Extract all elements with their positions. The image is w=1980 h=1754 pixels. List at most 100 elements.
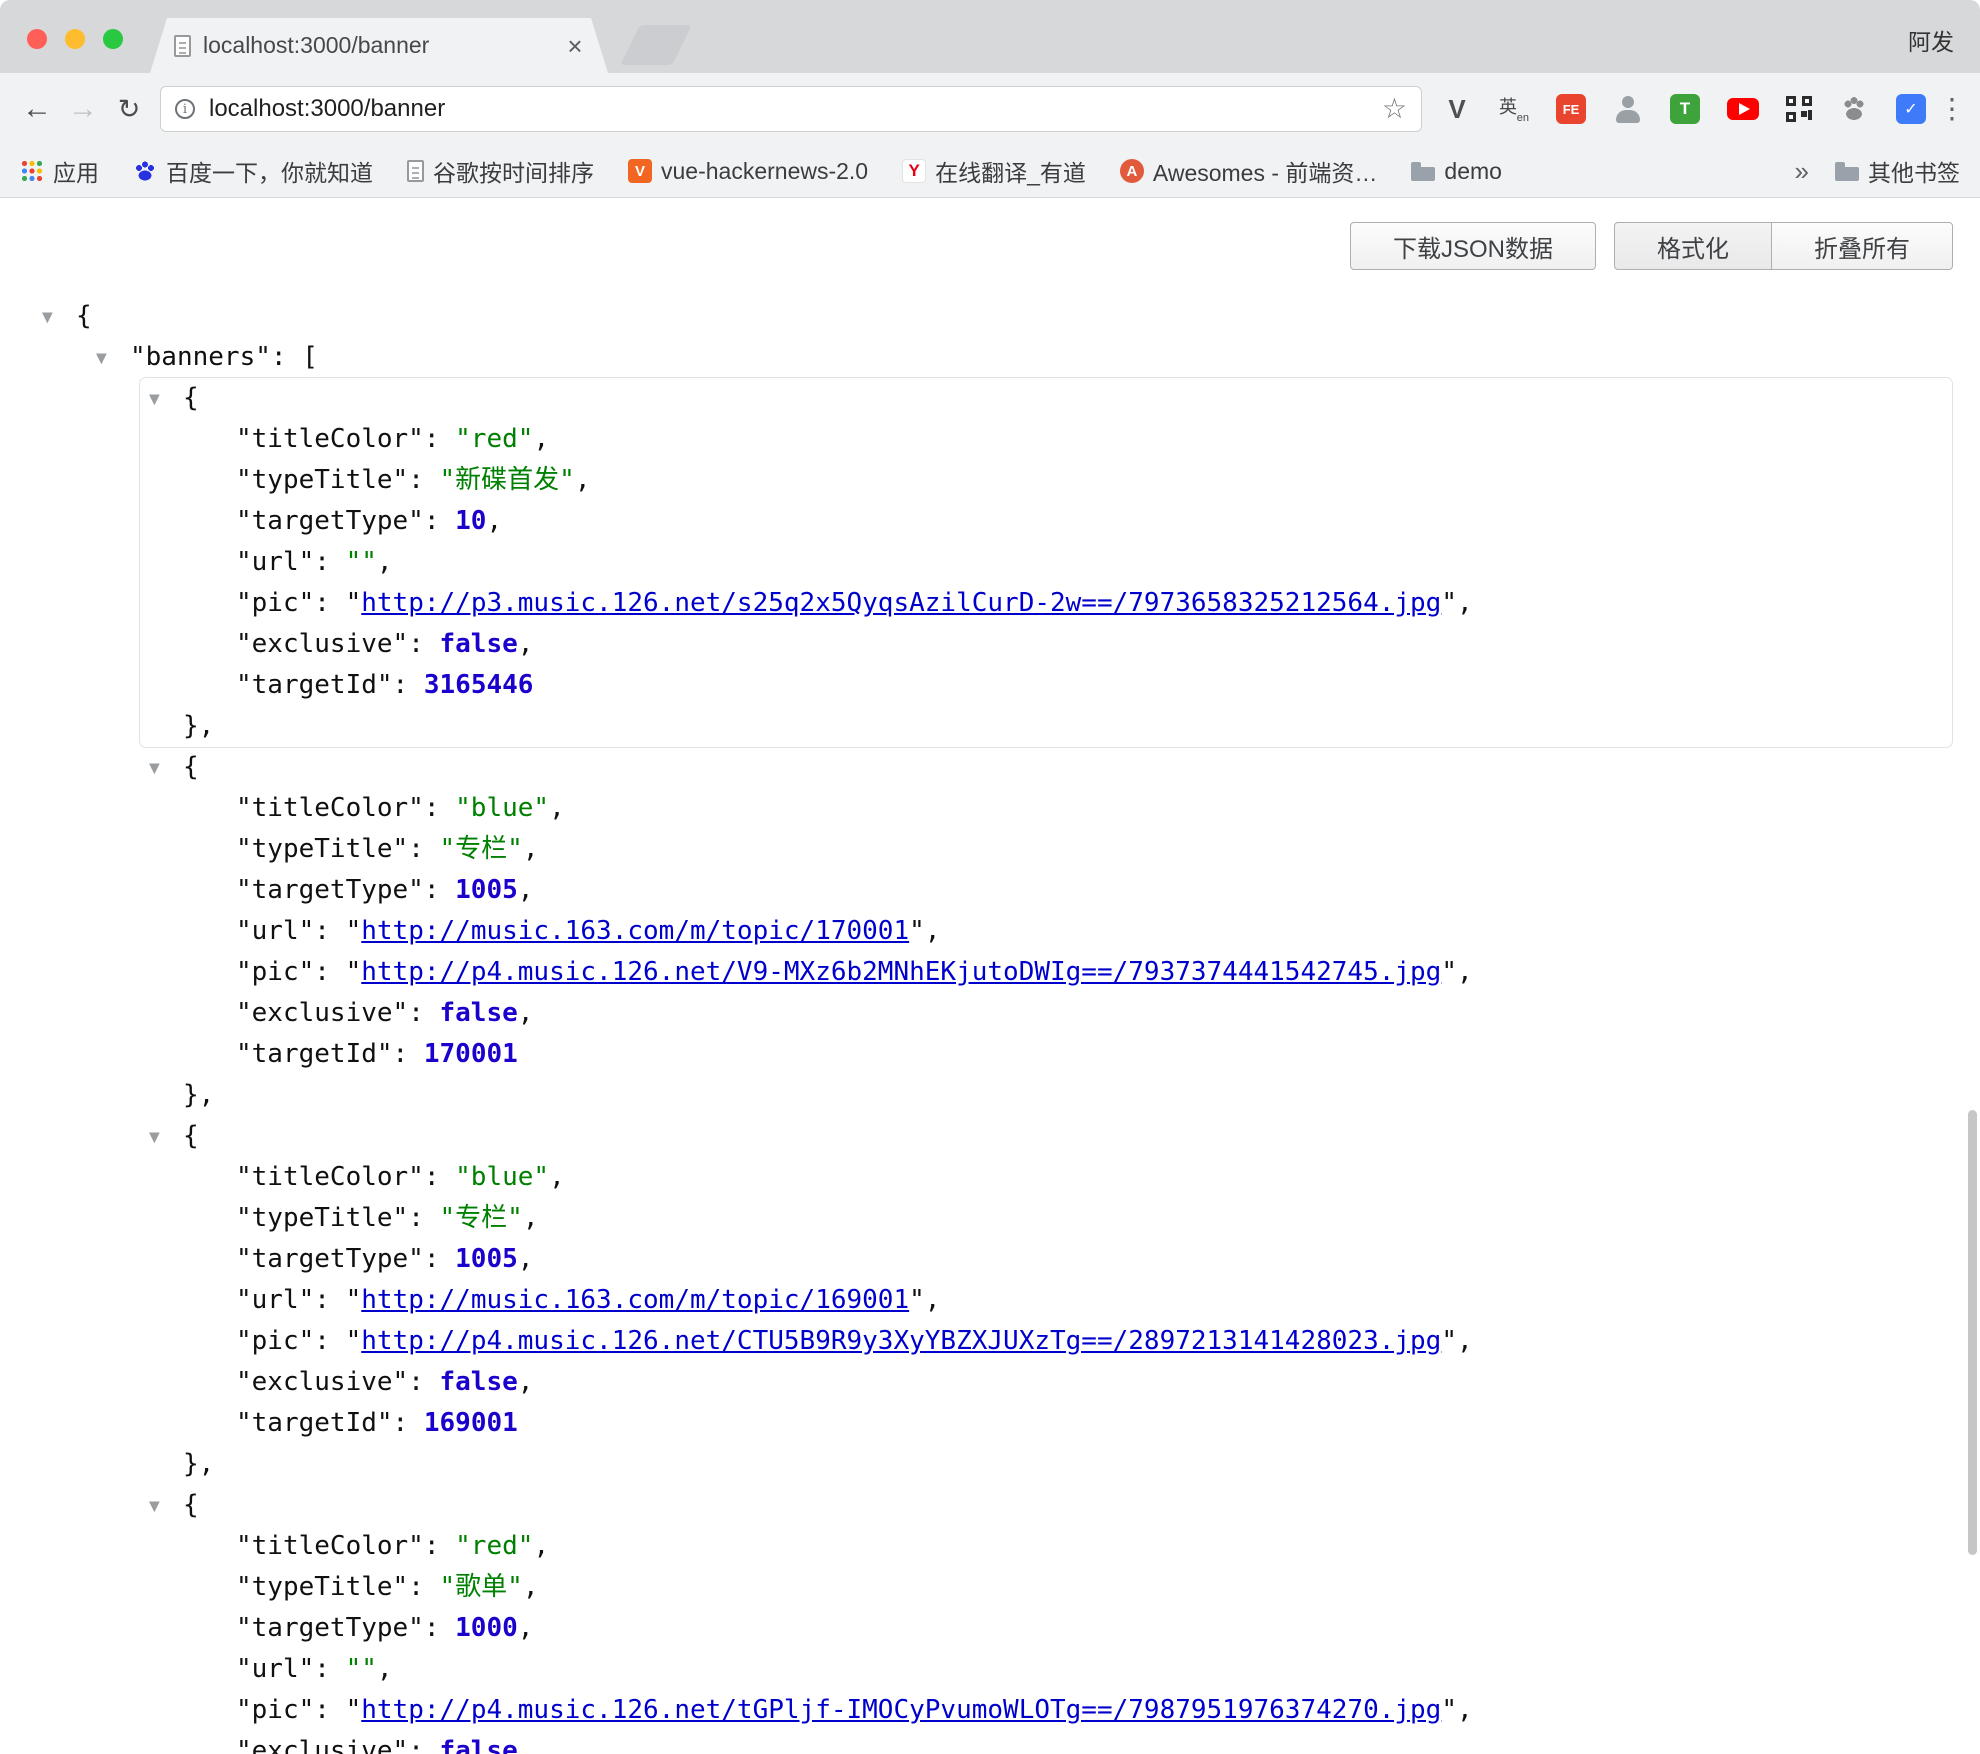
page-icon	[407, 160, 424, 182]
json-token: ,	[518, 1613, 534, 1643]
collapse-caret-icon[interactable]: ▼	[149, 1499, 160, 1513]
page-icon	[174, 35, 191, 57]
bookmarks-overflow-chevron[interactable]: »	[1785, 156, 1819, 187]
json-url-link[interactable]: http://music.163.com/m/topic/170001	[361, 916, 909, 946]
url-text[interactable]: localhost:3000/banner	[209, 95, 1374, 123]
bookmark-item[interactable]: Awesomes - 前端资…	[1120, 154, 1378, 188]
json-line: "titleColor": "red",	[140, 1526, 1952, 1567]
json-url-link[interactable]: http://music.163.com/m/topic/169001	[361, 1285, 909, 1315]
json-token: ,	[518, 875, 534, 905]
zoom-window-button[interactable]	[103, 29, 123, 49]
collapse-caret-icon[interactable]: ▼	[42, 310, 53, 324]
json-string-value: "blue"	[455, 1162, 549, 1192]
youtube-icon[interactable]	[1727, 98, 1759, 120]
json-url-link[interactable]: http://p4.music.126.net/V9-MXz6b2MNhEKju…	[361, 957, 1441, 987]
json-object: ▼{"titleColor": "red","typeTitle": "新碟首发…	[140, 378, 1952, 747]
minimize-window-button[interactable]	[65, 29, 85, 49]
json-key: "titleColor"	[236, 1531, 424, 1561]
scrollbar-thumb[interactable]	[1968, 1110, 1977, 1555]
json-key: "typeTitle"	[236, 1203, 408, 1233]
json-line: ▼"banners": [	[0, 337, 1980, 378]
t-shield-icon[interactable]	[1670, 94, 1700, 124]
json-line: ▼{	[140, 1116, 1952, 1157]
json-url-link[interactable]: http://p4.music.126.net/CTU5B9R9y3XyYBZX…	[361, 1326, 1441, 1356]
json-token: "	[1441, 588, 1457, 618]
close-tab-icon[interactable]	[562, 33, 588, 59]
json-token: ,	[486, 506, 502, 536]
bookmark-item[interactable]: 在线翻译_有道	[902, 154, 1086, 188]
qrcode-icon[interactable]	[1786, 96, 1812, 122]
bookmark-item[interactable]: 谷歌按时间排序	[407, 154, 594, 188]
json-token: ,	[549, 793, 565, 823]
json-line: "targetType": 1005,	[140, 870, 1952, 911]
json-token: ,	[1457, 588, 1473, 618]
json-token: :	[424, 506, 455, 536]
fehelper-icon[interactable]	[1556, 94, 1586, 124]
apps-grid-icon	[20, 159, 44, 183]
json-line: "exclusive": false,	[140, 1362, 1952, 1403]
profile-name[interactable]: 阿发	[1908, 23, 1954, 57]
folder-icon	[1411, 159, 1435, 183]
youdao-icon	[902, 159, 926, 183]
browser-menu-icon[interactable]	[1938, 95, 1966, 123]
translate-icon[interactable]	[1499, 94, 1529, 124]
bookmark-item[interactable]: demo	[1411, 158, 1502, 185]
collapse-caret-icon[interactable]: ▼	[149, 392, 160, 406]
other-bookmarks-folder[interactable]: 其他书签	[1835, 154, 1960, 188]
json-number-value: 1000	[455, 1613, 518, 1643]
traffic-lights	[27, 29, 123, 49]
json-line: "pic": "http://p4.music.126.net/tGPljf-I…	[140, 1690, 1952, 1731]
json-line: ▼{	[140, 747, 1952, 788]
collapse-caret-icon[interactable]: ▼	[96, 351, 107, 365]
json-token: :	[408, 998, 439, 1028]
address-bar[interactable]: localhost:3000/banner	[160, 86, 1422, 132]
json-token: ,	[1457, 1695, 1473, 1725]
collapse-caret-icon[interactable]: ▼	[149, 1130, 160, 1144]
json-line: "pic": "http://p3.music.126.net/s25q2x5Q…	[140, 583, 1952, 624]
collapse-caret-icon[interactable]: ▼	[149, 761, 160, 775]
json-url-link[interactable]: http://p4.music.126.net/tGPljf-IMOCyPvum…	[361, 1695, 1441, 1725]
json-string-value: "专栏"	[440, 1203, 523, 1233]
json-key: "pic"	[236, 1326, 314, 1356]
back-button[interactable]	[14, 94, 60, 124]
json-url-link[interactable]: http://p3.music.126.net/s25q2x5QyqsAzilC…	[361, 588, 1441, 618]
bookmark-star-icon[interactable]	[1382, 95, 1407, 123]
reload-button[interactable]	[106, 96, 152, 123]
navigation-toolbar: localhost:3000/banner	[0, 73, 1980, 145]
json-line: "targetId": 170001	[140, 1034, 1952, 1075]
json-line: "targetType": 10,	[140, 501, 1952, 542]
json-tree: ▼{▼"banners": [▼{"titleColor": "red","ty…	[0, 296, 1980, 1754]
json-key: "titleColor"	[236, 1162, 424, 1192]
json-token: ,	[518, 629, 534, 659]
json-brace: {	[183, 383, 199, 413]
bookmark-item[interactable]: vue-hackernews-2.0	[628, 158, 868, 185]
page-info-icon[interactable]	[175, 99, 195, 119]
bookmark-item[interactable]: 百度一下，你就知道	[133, 154, 373, 188]
json-token: ,	[925, 1285, 941, 1315]
json-key: "typeTitle"	[236, 1572, 408, 1602]
download-json-button[interactable]: 下载JSON数据	[1350, 222, 1596, 270]
json-string-value: ""	[346, 1654, 377, 1684]
bookmark-label: demo	[1444, 158, 1502, 185]
forward-button[interactable]	[60, 94, 106, 124]
bookmark-label: 谷歌按时间排序	[433, 154, 594, 188]
json-token: :	[314, 957, 345, 987]
bookmark-item[interactable]: 应用	[20, 154, 99, 188]
json-token: :	[408, 834, 439, 864]
share-icon[interactable]	[1613, 94, 1643, 124]
json-token: :	[408, 1367, 439, 1397]
active-tab[interactable]: localhost:3000/banner	[150, 18, 608, 73]
json-token: :	[424, 875, 455, 905]
close-window-button[interactable]	[27, 29, 47, 49]
format-button[interactable]: 格式化	[1614, 222, 1772, 270]
json-line: "typeTitle": "歌单",	[140, 1567, 1952, 1608]
extensions-area	[1442, 94, 1926, 124]
collapse-all-button[interactable]: 折叠所有	[1771, 222, 1953, 270]
json-line: "titleColor": "red",	[140, 419, 1952, 460]
json-token: ,	[523, 834, 539, 864]
shield-check-icon[interactable]	[1896, 94, 1926, 124]
new-tab-button[interactable]	[620, 25, 692, 65]
vimium-icon[interactable]	[1442, 94, 1472, 124]
paw-icon[interactable]	[1839, 94, 1869, 124]
page-content: 下载JSON数据 格式化 折叠所有 ▼{▼"banners": [▼{"titl…	[0, 198, 1980, 1754]
